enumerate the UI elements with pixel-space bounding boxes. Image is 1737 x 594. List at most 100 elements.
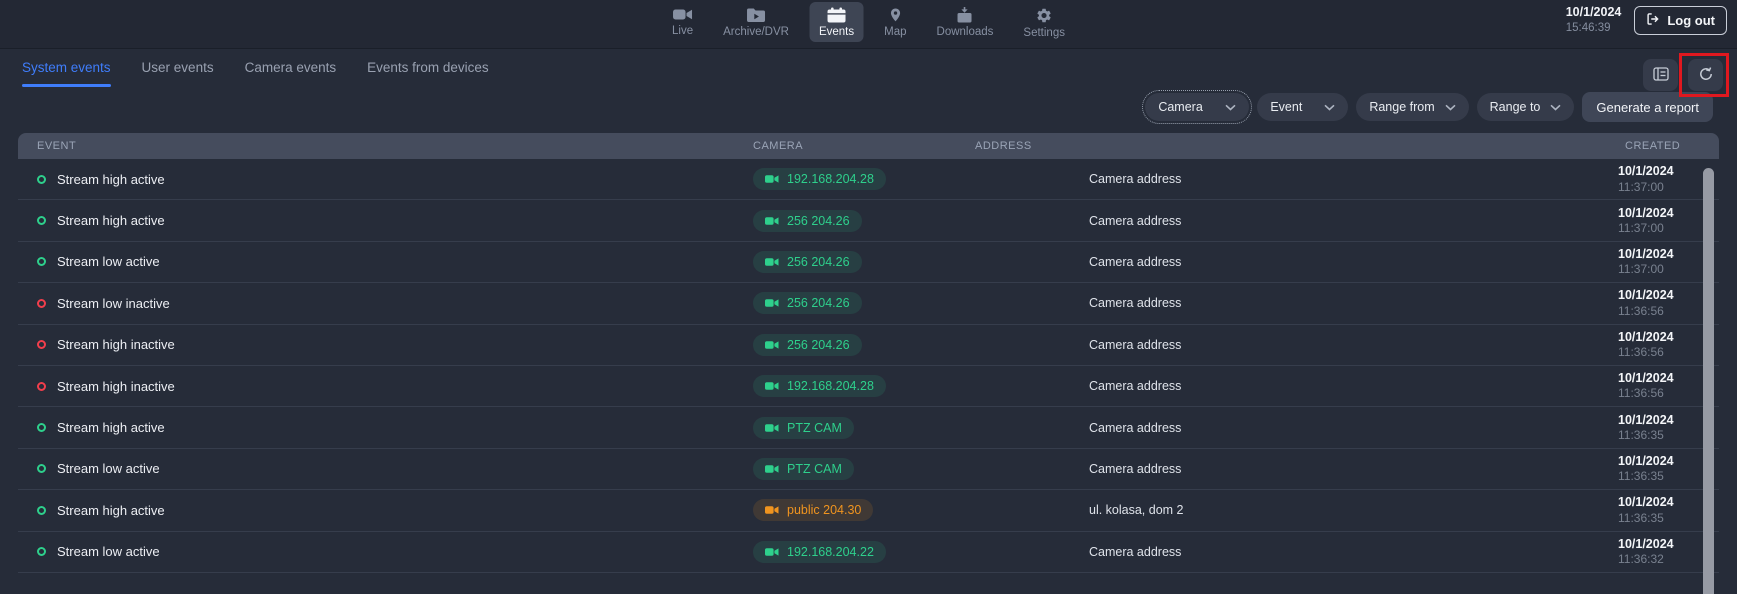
address-cell: Camera address — [975, 462, 1599, 476]
camera-icon — [765, 298, 779, 308]
nav-item-archive-dvr[interactable]: Archive/DVR — [714, 2, 798, 42]
folder-play-icon — [746, 7, 766, 23]
camera-badge-label: 256 204.26 — [787, 296, 850, 310]
current-datetime: 10/1/2024 15:46:39 — [1566, 5, 1622, 35]
report-view-button[interactable] — [1643, 59, 1678, 91]
camera-badge[interactable]: public 204.30 — [753, 499, 873, 521]
camera-badge-label: PTZ CAM — [787, 462, 842, 476]
camera-badge-label: public 204.30 — [787, 503, 861, 517]
event-cell: Stream low active — [18, 461, 753, 476]
created-cell: 10/1/2024 11:36:35 — [1599, 494, 1719, 526]
camera-badge[interactable]: PTZ CAM — [753, 458, 854, 480]
column-header-camera: CAMERA — [753, 140, 975, 152]
chevron-down-icon — [1324, 100, 1335, 114]
camera-cell: PTZ CAM — [753, 417, 975, 439]
logout-button[interactable]: Log out — [1634, 6, 1727, 35]
camera-badge[interactable]: 192.168.204.28 — [753, 168, 886, 190]
tab-camera-events[interactable]: Camera events — [245, 49, 337, 88]
table-row[interactable]: Stream high inactive 256 204.26 Camera a… — [18, 325, 1719, 366]
tab-user-events[interactable]: User events — [142, 49, 214, 88]
event-cell: Stream high active — [18, 213, 753, 228]
status-icon — [37, 340, 46, 349]
address-cell: Camera address — [975, 255, 1599, 269]
table-row[interactable]: Stream low active 192.168.204.22 Camera … — [18, 532, 1719, 573]
address-cell: ul. kolasa, dom 2 — [975, 503, 1599, 517]
table-row[interactable]: Stream high active PTZ CAM Camera addres… — [18, 407, 1719, 448]
table-row[interactable]: Stream low inactive 256 204.26 Camera ad… — [18, 283, 1719, 324]
tab-events-from-devices[interactable]: Events from devices — [367, 49, 489, 88]
nav-item-map[interactable]: Map — [875, 2, 915, 42]
status-icon — [37, 382, 46, 391]
range-from-dropdown[interactable]: Range from — [1356, 93, 1468, 121]
camera-badge[interactable]: 256 204.26 — [753, 334, 862, 356]
camera-badge[interactable]: 256 204.26 — [753, 210, 862, 232]
created-cell: 10/1/2024 11:36:32 — [1599, 536, 1719, 568]
camera-cell: 192.168.204.28 — [753, 375, 975, 397]
camera-filter-dropdown[interactable]: Camera — [1145, 93, 1249, 121]
camera-badge-label: 256 204.26 — [787, 338, 850, 352]
table-row[interactable]: Stream high active 192.168.204.28 Camera… — [18, 159, 1719, 200]
camera-icon — [765, 464, 779, 474]
created-cell: 10/1/2024 11:36:56 — [1599, 329, 1719, 361]
camera-badge[interactable]: 192.168.204.22 — [753, 541, 886, 563]
filters-row: Camera Event Range from Range to Generat… — [1145, 92, 1713, 122]
camera-icon — [765, 257, 779, 267]
address-cell: Camera address — [975, 338, 1599, 352]
nav-item-live[interactable]: Live — [663, 2, 702, 41]
video-camera-icon — [673, 7, 693, 22]
event-cell: Stream low active — [18, 254, 753, 269]
nav-item-settings[interactable]: Settings — [1014, 2, 1074, 43]
chevron-down-icon — [1445, 100, 1456, 114]
camera-badge-label: 256 204.26 — [787, 255, 850, 269]
nav-label: Settings — [1023, 27, 1065, 39]
created-cell: 10/1/2024 11:36:56 — [1599, 370, 1719, 402]
map-pin-icon — [888, 7, 902, 23]
table-row[interactable]: Stream high active 256 204.26 Camera add… — [18, 200, 1719, 241]
status-icon — [37, 257, 46, 266]
topbar-right: 10/1/2024 15:46:39 Log out — [1566, 5, 1727, 35]
camera-badge[interactable]: PTZ CAM — [753, 417, 854, 439]
event-filter-label: Event — [1270, 100, 1302, 114]
created-cell: 10/1/2024 11:36:35 — [1599, 412, 1719, 444]
camera-badge[interactable]: 192.168.204.28 — [753, 375, 886, 397]
table-row[interactable]: Stream low active PTZ CAM Camera address… — [18, 449, 1719, 490]
chevron-down-icon — [1225, 100, 1236, 114]
camera-icon — [765, 505, 779, 515]
table-row[interactable]: Stream high active public 204.30 ul. kol… — [18, 490, 1719, 531]
camera-badge[interactable]: 256 204.26 — [753, 251, 862, 273]
refresh-button[interactable] — [1688, 59, 1723, 91]
events-table: EVENT CAMERA ADDRESS CREATED Stream high… — [18, 133, 1719, 594]
event-cell: Stream high active — [18, 420, 753, 435]
nav-item-events[interactable]: Events — [810, 2, 863, 42]
event-cell: Stream high inactive — [18, 379, 753, 394]
column-header-created: CREATED — [1599, 140, 1719, 152]
vertical-scrollbar[interactable] — [1703, 168, 1714, 594]
event-cell: Stream low inactive — [18, 296, 753, 311]
generate-report-button[interactable]: Generate a report — [1582, 92, 1713, 122]
camera-icon — [765, 381, 779, 391]
created-cell: 10/1/2024 11:37:00 — [1599, 205, 1719, 237]
camera-badge-label: PTZ CAM — [787, 421, 842, 435]
camera-cell: 256 204.26 — [753, 210, 975, 232]
chevron-down-icon — [1550, 100, 1561, 114]
view-buttons — [1643, 59, 1723, 91]
range-to-dropdown[interactable]: Range to — [1477, 93, 1575, 121]
created-cell: 10/1/2024 11:36:56 — [1599, 287, 1719, 319]
address-cell: Camera address — [975, 379, 1599, 393]
status-icon — [37, 423, 46, 432]
address-cell: Camera address — [975, 421, 1599, 435]
column-header-address: ADDRESS — [975, 140, 1599, 152]
event-label: Stream low active — [57, 544, 160, 559]
camera-cell: 192.168.204.22 — [753, 541, 975, 563]
nav-label: Archive/DVR — [723, 26, 789, 38]
camera-badge[interactable]: 256 204.26 — [753, 292, 862, 314]
event-label: Stream high inactive — [57, 379, 175, 394]
tab-system-events[interactable]: System events — [22, 49, 111, 88]
nav-item-downloads[interactable]: Downloads — [928, 2, 1003, 42]
table-row[interactable]: Stream low active 256 204.26 Camera addr… — [18, 242, 1719, 283]
event-filter-dropdown[interactable]: Event — [1257, 93, 1348, 121]
logout-label: Log out — [1667, 13, 1715, 28]
table-row[interactable]: Stream high inactive 192.168.204.28 Came… — [18, 366, 1719, 407]
camera-icon — [765, 174, 779, 184]
camera-icon — [765, 423, 779, 433]
